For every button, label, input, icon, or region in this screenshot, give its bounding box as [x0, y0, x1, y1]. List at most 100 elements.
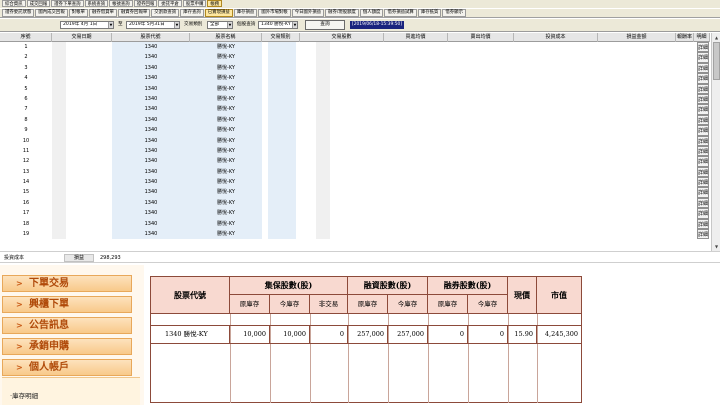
table-row[interactable]: 17 1340 勝悅-KY 詳細 — [0, 208, 710, 219]
tab-4[interactable]: 帳號查詢 — [109, 0, 133, 7]
detail-button[interactable]: 詳細 — [697, 114, 709, 126]
stock-query-label: 個股查詢 — [237, 22, 256, 27]
chevron-down-icon[interactable]: ▼ — [292, 22, 297, 28]
tab-0[interactable]: 綜合資訊 — [2, 0, 26, 7]
query-button[interactable]: 查詢 — [305, 20, 345, 30]
table-row[interactable]: 6 1340 勝悅-KY 詳細 — [0, 93, 710, 105]
detail-button[interactable]: 詳細 — [697, 73, 709, 84]
table-row[interactable]: 14 1340 勝悅-KY 詳細 — [0, 177, 710, 188]
detail-button[interactable]: 詳細 — [697, 156, 709, 167]
column-header[interactable]: 交易類別 — [262, 33, 300, 42]
chevron-down-icon[interactable]: ▼ — [174, 22, 179, 28]
column-header[interactable]: 賣出均價 — [448, 33, 514, 42]
scrollbar-thumb[interactable] — [713, 42, 720, 80]
column-header[interactable]: 買進均價 — [384, 33, 448, 42]
date-from-value: 2019年 4月 1日 — [63, 22, 98, 27]
tab-1[interactable]: 成交回報 — [26, 0, 51, 7]
detail-button[interactable]: 詳細 — [697, 229, 709, 240]
date-to-picker[interactable]: 2019年 5月31日 ▼ — [126, 21, 180, 29]
tab-12[interactable]: 個人額度 — [359, 9, 384, 17]
table-row[interactable]: 8 1340 勝悅-KY 詳細 — [0, 114, 710, 126]
nav-inventory-detail[interactable]: ‧庫存明細 — [2, 377, 140, 405]
tab-7[interactable]: 股票申購 — [182, 0, 207, 7]
nav-announcements[interactable]: > 公告訊息 — [2, 317, 132, 334]
vertical-scrollbar[interactable]: ▲ ▼ — [711, 33, 720, 251]
nav-emerging-order[interactable]: > 興櫃下單 — [2, 296, 132, 313]
chevron-down-icon[interactable]: ▼ — [227, 22, 232, 28]
table-row[interactable]: 11 1340 勝悅-KY 詳細 — [0, 145, 710, 157]
column-header[interactable]: 股票名稱 — [190, 33, 262, 42]
tab-0[interactable]: 證券委託狀態 — [2, 9, 35, 17]
tab-7[interactable]: 已實現損益 — [204, 9, 233, 17]
tab-5[interactable]: 交割款查詢 — [151, 9, 180, 17]
detail-button[interactable]: 詳細 — [697, 42, 709, 53]
tab-8[interactable]: 帳務 — [207, 0, 223, 7]
table-row[interactable]: 5 1340 勝悅-KY 詳細 — [0, 83, 710, 94]
stock-query-select[interactable]: 1340 勝悅-KY ▼ — [258, 21, 298, 29]
scroll-up-icon[interactable]: ▲ — [713, 34, 720, 41]
detail-button[interactable]: 詳細 — [697, 135, 709, 146]
table-row[interactable]: 9 1340 勝悅-KY 詳細 — [0, 125, 710, 136]
detail-button[interactable]: 詳細 — [697, 166, 709, 178]
detail-button[interactable]: 詳細 — [697, 197, 709, 209]
detail-button[interactable]: 詳細 — [697, 208, 709, 219]
tab-3[interactable]: 融券借貸單 — [88, 9, 117, 17]
detail-button[interactable]: 詳細 — [697, 104, 709, 115]
table-row[interactable]: 10 1340 勝悅-KY 詳細 — [0, 135, 710, 146]
tab-8[interactable]: 庫存損益 — [233, 9, 258, 17]
date-from-picker[interactable]: 2019年 4月 1日 ▼ — [60, 21, 114, 29]
trade-type-select[interactable]: 全部 ▼ — [207, 21, 233, 29]
column-header[interactable]: 明細 — [694, 33, 710, 42]
table-row[interactable]: 2 1340 勝悅-KY 詳細 — [0, 52, 710, 63]
column-header[interactable]: 投資成本 — [514, 33, 598, 42]
scroll-down-icon[interactable]: ▼ — [713, 243, 720, 250]
detail-button[interactable]: 詳細 — [697, 93, 709, 105]
detail-button[interactable]: 詳細 — [697, 177, 709, 188]
detail-button[interactable]: 詳細 — [697, 62, 709, 74]
table-row[interactable]: 4 1340 勝悅-KY 詳細 — [0, 73, 710, 84]
header-short-current: 今庫存 — [467, 294, 508, 314]
nav-personal-account[interactable]: > 個人帳戶 — [2, 359, 132, 376]
tab-2[interactable]: 證券下單查詢 — [51, 0, 84, 7]
tab-5[interactable]: 證券回報 — [133, 0, 158, 7]
table-row[interactable]: 16 1340 勝悅-KY 詳細 — [0, 197, 710, 209]
nav-order-trading[interactable]: > 下單交易 — [2, 275, 132, 292]
column-header[interactable]: 損益金額 — [598, 33, 676, 42]
column-header[interactable]: 交易股數 — [300, 33, 384, 42]
chevron-down-icon[interactable]: ▼ — [108, 22, 113, 28]
column-header[interactable]: 報酬率 — [676, 33, 694, 42]
tab-15[interactable]: 借券顯示 — [442, 9, 466, 17]
column-header[interactable]: 交易日期 — [52, 33, 112, 42]
column-header[interactable]: 序號 — [0, 33, 52, 42]
tab-6[interactable]: 庫存查詢 — [180, 9, 204, 17]
table-row[interactable]: 1 1340 勝悅-KY 詳細 — [0, 42, 710, 53]
detail-button[interactable]: 詳細 — [697, 83, 709, 94]
tab-9[interactable]: 國外市場對帳 — [258, 9, 291, 17]
tab-2[interactable]: 對帳單 — [68, 9, 88, 17]
table-row[interactable]: 15 1340 勝悅-KY 詳細 — [0, 187, 710, 198]
tab-1[interactable]: 國內成交回報 — [35, 9, 68, 17]
detail-button[interactable]: 詳細 — [697, 52, 709, 63]
cell-stock: 1340 勝悅-KY — [151, 326, 230, 343]
column-header[interactable]: 股票代號 — [112, 33, 190, 42]
detail-button[interactable]: 詳細 — [697, 125, 709, 136]
table-row[interactable]: 19 1340 勝悅-KY 詳細 — [0, 229, 710, 240]
table-row[interactable]: 12 1340 勝悅-KY 詳細 — [0, 156, 710, 167]
tab-10[interactable]: 今日國外損益 — [291, 9, 325, 17]
cell-cash-original: 10,000 — [230, 326, 270, 343]
cell-code: 1340 — [112, 73, 190, 84]
detail-button[interactable]: 詳細 — [697, 187, 709, 198]
tab-13[interactable]: 借券損益試算 — [384, 9, 417, 17]
table-row[interactable]: 13 1340 勝悅-KY 詳細 — [0, 166, 710, 178]
tab-4[interactable]: 融資券回報單 — [117, 9, 151, 17]
tab-3[interactable]: 系統查詢 — [84, 0, 109, 7]
nav-ipo-subscription[interactable]: > 承銷申購 — [2, 338, 132, 355]
tab-14[interactable]: 庫存抵質 — [417, 9, 442, 17]
detail-button[interactable]: 詳細 — [697, 218, 709, 230]
table-row[interactable]: 7 1340 勝悅-KY 詳細 — [0, 104, 710, 115]
table-row[interactable]: 3 1340 勝悅-KY 詳細 — [0, 62, 710, 74]
tab-11[interactable]: 融券/現股額度 — [325, 9, 359, 17]
table-row[interactable]: 18 1340 勝悅-KY 詳細 — [0, 218, 710, 230]
detail-button[interactable]: 詳細 — [697, 145, 709, 157]
tab-6[interactable]: 委託平倉 — [158, 0, 182, 7]
